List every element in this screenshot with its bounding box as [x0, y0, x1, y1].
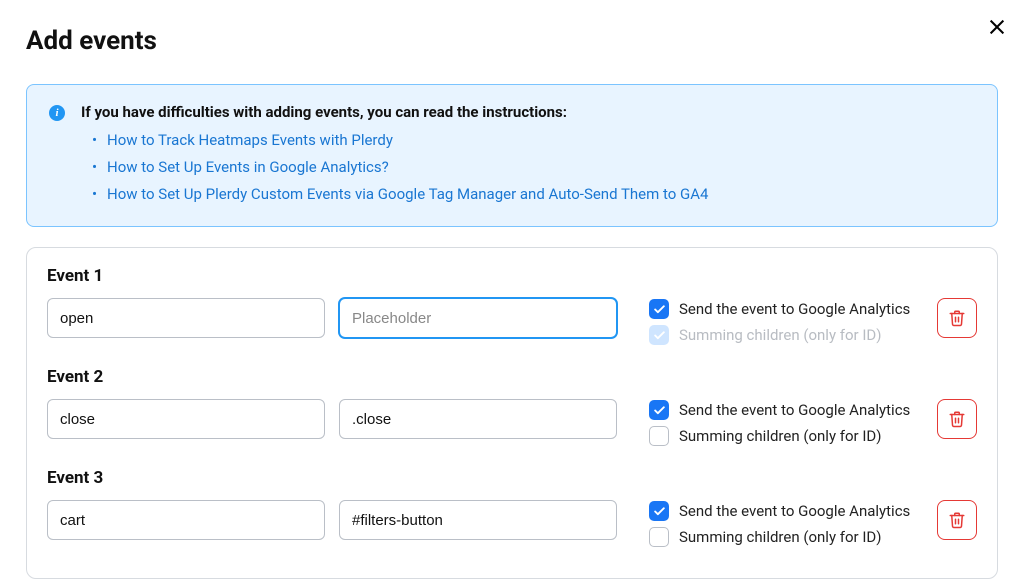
send-ga-checkbox[interactable] — [649, 299, 669, 319]
summing-checkbox — [649, 325, 669, 345]
event-name-input[interactable] — [47, 500, 325, 540]
event-block: Event 1 Send the event to Google Analyti… — [47, 266, 977, 345]
send-ga-checkbox[interactable] — [649, 501, 669, 521]
event-block: Event 2 Send the event to Google Analyti… — [47, 367, 977, 446]
event-block: Event 3 Send the event to Google Analyti… — [47, 468, 977, 547]
event-selector-input[interactable] — [339, 298, 617, 338]
event-selector-input[interactable] — [339, 500, 617, 540]
events-panel: Event 1 Send the event to Google Analyti… — [26, 247, 998, 579]
summing-label: Summing children (only for ID) — [679, 326, 882, 344]
summing-checkbox[interactable] — [649, 527, 669, 547]
info-link-3[interactable]: How to Set Up Plerdy Custom Events via G… — [107, 185, 708, 203]
send-ga-label: Send the event to Google Analytics — [679, 401, 910, 419]
info-link-2[interactable]: How to Set Up Events in Google Analytics… — [107, 158, 389, 176]
info-icon: i — [49, 105, 65, 121]
summing-label: Summing children (only for ID) — [679, 528, 882, 546]
delete-button[interactable] — [937, 399, 977, 439]
info-heading: If you have difficulties with adding eve… — [81, 103, 975, 121]
send-ga-label: Send the event to Google Analytics — [679, 502, 910, 520]
event-title: Event 3 — [47, 468, 977, 488]
send-ga-checkbox[interactable] — [649, 400, 669, 420]
page-title: Add events — [26, 26, 998, 56]
info-link-1[interactable]: How to Track Heatmaps Events with Plerdy — [107, 131, 393, 149]
close-icon[interactable] — [988, 18, 1006, 36]
event-selector-input[interactable] — [339, 399, 617, 439]
event-name-input[interactable] — [47, 399, 325, 439]
summing-label: Summing children (only for ID) — [679, 427, 882, 445]
event-name-input[interactable] — [47, 298, 325, 338]
send-ga-label: Send the event to Google Analytics — [679, 300, 910, 318]
info-banner: i If you have difficulties with adding e… — [26, 84, 998, 227]
info-content: If you have difficulties with adding eve… — [81, 103, 975, 208]
modal-container: Add events i If you have difficulties wi… — [0, 0, 1024, 579]
delete-button[interactable] — [937, 298, 977, 338]
event-title: Event 1 — [47, 266, 977, 286]
delete-button[interactable] — [937, 500, 977, 540]
summing-checkbox[interactable] — [649, 426, 669, 446]
event-title: Event 2 — [47, 367, 977, 387]
